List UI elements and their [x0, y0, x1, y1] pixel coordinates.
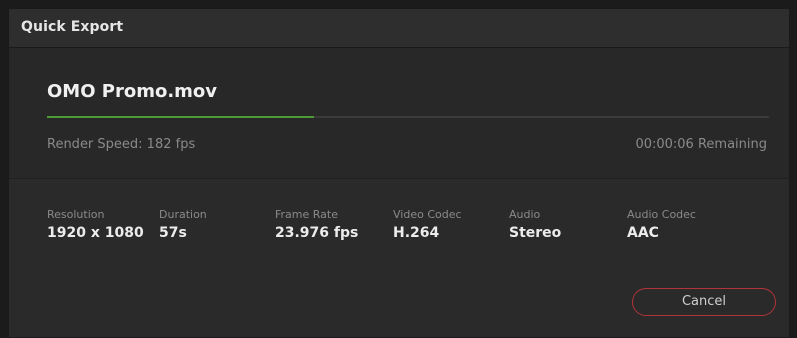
- info-video-codec: Video Codec H.264: [393, 208, 462, 241]
- info-value: AAC: [627, 225, 659, 241]
- info-value: 23.976 fps: [275, 225, 359, 241]
- info-resolution: Resolution 1920 x 1080: [47, 208, 144, 241]
- export-info-panel: Resolution 1920 x 1080 Duration 57s Fram…: [9, 179, 789, 337]
- cancel-button[interactable]: Cancel: [632, 288, 776, 316]
- export-filename: OMO Promo.mov: [47, 81, 218, 102]
- dialog-titlebar: Quick Export: [9, 9, 789, 48]
- info-label: Frame Rate: [275, 208, 338, 221]
- info-value: Stereo: [509, 225, 562, 241]
- quick-export-dialog: Quick Export OMO Promo.mov Render Speed:…: [8, 8, 790, 338]
- info-label: Video Codec: [393, 208, 462, 221]
- info-value: 57s: [159, 225, 187, 241]
- dialog-title: Quick Export: [21, 19, 124, 35]
- info-audio: Audio Stereo: [509, 208, 561, 241]
- info-label: Audio Codec: [627, 208, 696, 221]
- info-frame-rate: Frame Rate 23.976 fps: [275, 208, 358, 241]
- render-progress-fill: [47, 116, 315, 118]
- time-remaining: 00:00:06 Remaining: [635, 137, 767, 152]
- info-audio-codec: Audio Codec AAC: [627, 208, 696, 241]
- info-duration: Duration 57s: [159, 208, 207, 241]
- info-label: Audio: [509, 208, 541, 221]
- info-label: Duration: [159, 208, 207, 221]
- info-label: Resolution: [47, 208, 105, 221]
- render-status-panel: OMO Promo.mov Render Speed: 182 fps 00:0…: [9, 48, 789, 178]
- render-progress-bar: [47, 116, 769, 118]
- info-value: 1920 x 1080: [47, 225, 144, 241]
- info-value: H.264: [393, 225, 440, 241]
- render-speed: Render Speed: 182 fps: [47, 137, 196, 152]
